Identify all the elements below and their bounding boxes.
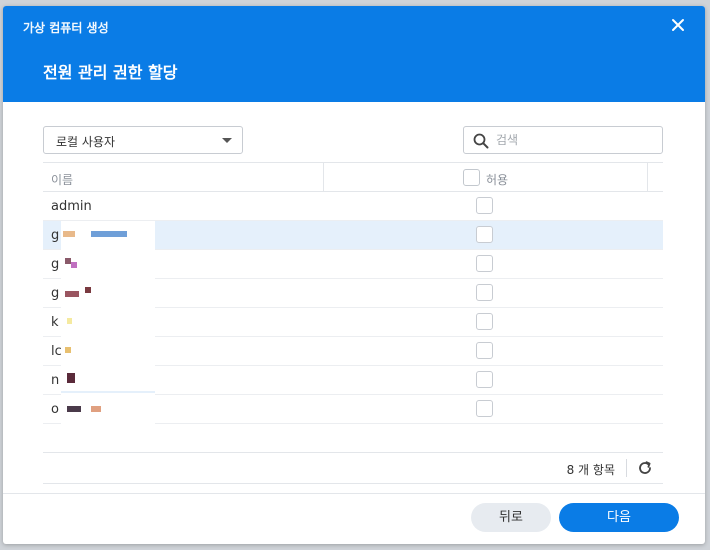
refresh-icon[interactable] [637, 460, 653, 476]
grid-rows: admin g g g k lc n o [43, 192, 663, 424]
user-type-value: 로컬 사용자 [56, 135, 116, 149]
grid-header: 이름 허용 [43, 162, 663, 192]
grid-footer: 8 개 항목 [43, 452, 663, 484]
search-input[interactable] [496, 131, 656, 149]
allow-checkbox[interactable] [476, 197, 493, 214]
redacted-text [61, 308, 155, 337]
create-vm-dialog: 가상 컴퓨터 생성 전원 관리 권한 할당 로컬 사용자 이름 허용 [3, 6, 705, 544]
table-row[interactable]: n [43, 366, 663, 395]
item-count: 8 개 항목 [566, 463, 615, 477]
allow-checkbox[interactable] [476, 226, 493, 243]
allow-checkbox[interactable] [476, 313, 493, 330]
redacted-text [61, 366, 155, 395]
table-row[interactable]: o [43, 395, 663, 424]
chevron-down-icon [222, 138, 232, 143]
allow-checkbox[interactable] [476, 255, 493, 272]
redacted-text [61, 279, 155, 308]
close-button[interactable] [669, 16, 687, 34]
column-header-allow: 허용 [486, 173, 509, 187]
column-divider [647, 163, 648, 192]
step-title: 전원 관리 권한 할당 [43, 63, 178, 82]
dialog-header: 가상 컴퓨터 생성 전원 관리 권한 할당 [3, 6, 705, 102]
back-button[interactable]: 뒤로 [471, 503, 551, 532]
allow-checkbox[interactable] [476, 371, 493, 388]
user-name: g [51, 257, 60, 272]
user-type-select[interactable]: 로컬 사용자 [43, 126, 243, 154]
user-name: k [51, 315, 59, 330]
allow-checkbox[interactable] [476, 284, 493, 301]
table-row[interactable]: lc [43, 337, 663, 366]
table-row[interactable]: g [43, 250, 663, 279]
dialog-app-title: 가상 컴퓨터 생성 [23, 21, 109, 35]
allow-checkbox[interactable] [476, 400, 493, 417]
select-all-checkbox[interactable] [463, 169, 480, 186]
user-permission-grid: 이름 허용 admin g g g k lc n o [43, 162, 663, 492]
column-divider [323, 163, 324, 192]
toolbar: 로컬 사용자 [43, 126, 663, 154]
table-row[interactable]: k [43, 308, 663, 337]
redacted-text [61, 221, 155, 250]
table-row[interactable]: g [43, 221, 663, 250]
redacted-text [61, 250, 155, 279]
search-box[interactable] [463, 126, 663, 154]
user-name: o [51, 402, 59, 417]
column-header-name: 이름 [51, 173, 74, 187]
search-icon [473, 133, 489, 149]
table-row[interactable]: g [43, 279, 663, 308]
user-name: g [51, 228, 60, 243]
actions-divider [3, 493, 705, 494]
redacted-text [61, 337, 155, 366]
next-button[interactable]: 다음 [559, 503, 679, 532]
user-name: n [51, 373, 60, 388]
close-icon [672, 19, 684, 31]
table-row[interactable]: admin [43, 192, 663, 221]
redacted-text [61, 395, 155, 424]
user-name: g [51, 286, 60, 301]
footer-divider [626, 459, 627, 477]
allow-checkbox[interactable] [476, 342, 493, 359]
user-name: admin [51, 199, 92, 214]
